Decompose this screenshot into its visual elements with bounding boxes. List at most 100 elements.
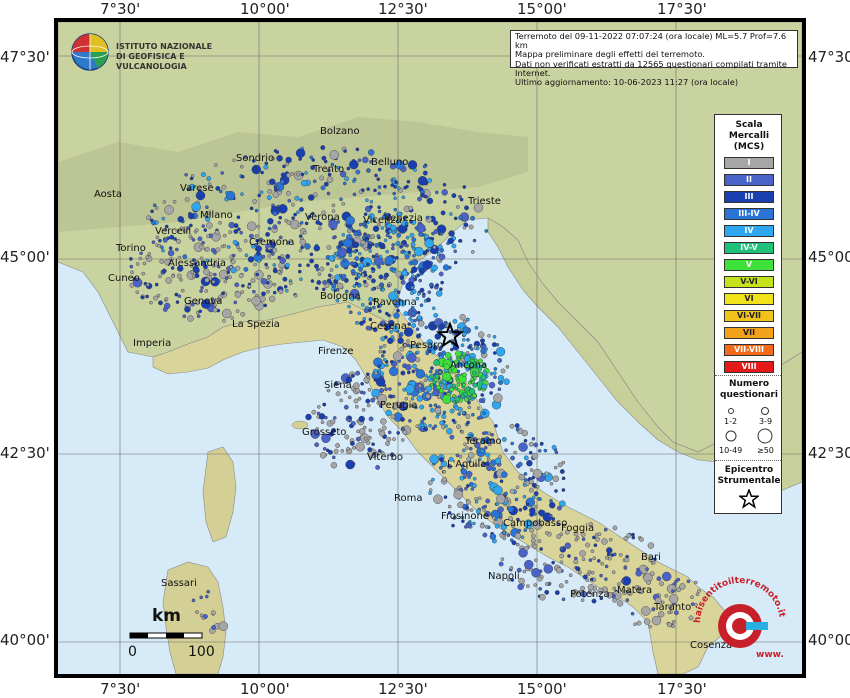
intensity-point (368, 308, 372, 313)
intensity-point (465, 499, 471, 505)
intensity-point (494, 424, 498, 428)
intensity-point (428, 369, 433, 374)
intensity-point (462, 225, 467, 230)
intensity-point (590, 570, 595, 575)
intensity-point (206, 589, 210, 594)
legend-class-viii: VIII (724, 361, 774, 373)
intensity-point (164, 205, 174, 215)
size-50-icon (757, 428, 773, 444)
legend-class-iv-v: IV-V (724, 242, 774, 254)
intensity-point (153, 295, 158, 301)
intensity-point (343, 390, 348, 395)
intensity-point (296, 210, 300, 214)
intensity-point (461, 410, 466, 415)
intensity-point (377, 368, 382, 373)
intensity-point (306, 263, 310, 267)
intensity-point (220, 244, 225, 249)
intensity-point (360, 239, 366, 245)
intensity-point (332, 416, 337, 420)
intensity-point (383, 238, 388, 243)
intensity-point (311, 409, 317, 415)
intensity-point (255, 250, 261, 256)
intensity-point (372, 225, 380, 233)
intensity-point (190, 270, 194, 275)
intensity-point (145, 255, 150, 259)
intensity-point (267, 217, 274, 225)
intensity-point (171, 274, 175, 279)
intensity-point (339, 398, 344, 403)
intensity-point (344, 176, 349, 182)
intensity-point (467, 400, 471, 405)
intensity-point (161, 216, 166, 221)
intensity-point (300, 179, 308, 187)
intensity-point (417, 176, 428, 186)
event-info-box: Terremoto del 09-11-2022 07:07:24 (ora l… (510, 30, 798, 87)
intensity-point (196, 314, 201, 319)
intensity-point (278, 289, 284, 294)
intensity-point (405, 384, 415, 394)
intensity-point (498, 561, 504, 567)
intensity-point (316, 280, 322, 285)
city-label-teramo: Teramo (465, 436, 502, 447)
intensity-point (341, 201, 346, 206)
intensity-point (267, 275, 271, 280)
intensity-point (465, 317, 470, 322)
intensity-point (419, 303, 424, 308)
intensity-point (484, 524, 489, 529)
intensity-point (278, 215, 283, 220)
intensity-point (523, 545, 529, 551)
intensity-point (537, 448, 542, 453)
intensity-point (523, 478, 528, 482)
city-label-cremona: Cremona (249, 237, 295, 248)
intensity-point (532, 543, 538, 549)
intensity-point (646, 580, 651, 585)
intensity-point (460, 343, 465, 348)
intensity-point (297, 269, 302, 274)
intensity-point (150, 209, 154, 214)
intensity-point (453, 260, 458, 265)
intensity-point (509, 488, 515, 494)
intensity-point (377, 205, 381, 210)
intensity-point (230, 259, 236, 265)
intensity-point (517, 583, 524, 591)
intensity-point (346, 166, 351, 171)
intensity-point (543, 564, 553, 574)
intensity-point (462, 383, 466, 387)
intensity-point (485, 498, 491, 504)
intensity-point (433, 324, 438, 329)
intensity-point (477, 496, 482, 501)
intensity-point (544, 582, 549, 586)
intensity-point (568, 573, 573, 578)
intensity-point (347, 395, 352, 400)
intensity-point (393, 288, 398, 293)
intensity-point (616, 600, 624, 607)
tick-right-4: 40°00' (808, 631, 850, 649)
intensity-point (389, 366, 399, 377)
intensity-point (438, 323, 445, 330)
intensity-point (482, 411, 487, 415)
intensity-point (228, 230, 232, 234)
tick-bottom-5: 17°30' (657, 680, 707, 698)
intensity-point (361, 235, 366, 240)
intensity-point (298, 263, 302, 268)
intensity-point (484, 229, 489, 233)
legend-divider-1 (715, 375, 781, 376)
intensity-point (416, 292, 421, 296)
intensity-point (331, 455, 336, 460)
intensity-point (539, 442, 544, 446)
intensity-point (273, 187, 278, 192)
intensity-point (371, 442, 375, 447)
intensity-point (501, 471, 508, 478)
intensity-point (441, 414, 447, 419)
intensity-point (579, 550, 586, 557)
intensity-point (221, 184, 227, 190)
intensity-point (270, 252, 275, 256)
tick-top-5: 17°30' (657, 0, 707, 18)
intensity-point (522, 505, 528, 511)
intensity-point (378, 309, 382, 314)
intensity-point (664, 594, 669, 598)
intensity-point (313, 244, 320, 252)
intensity-point (266, 289, 270, 294)
intensity-point (465, 414, 471, 419)
intensity-point (446, 428, 453, 435)
